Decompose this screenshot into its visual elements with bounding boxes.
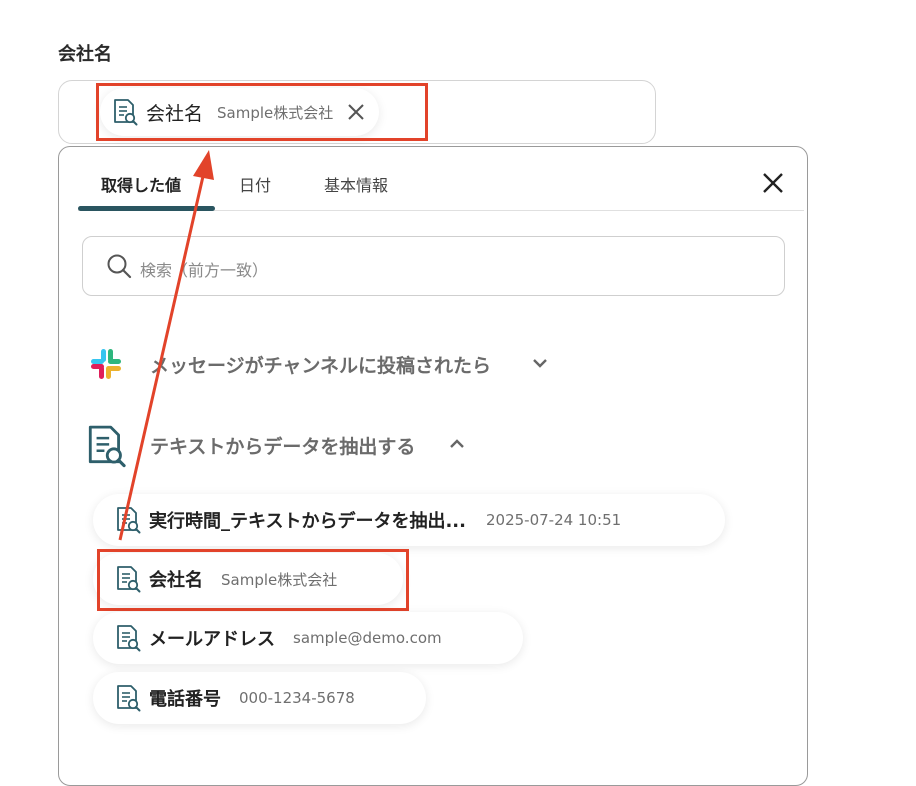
annotation-arrow (118, 150, 214, 541)
